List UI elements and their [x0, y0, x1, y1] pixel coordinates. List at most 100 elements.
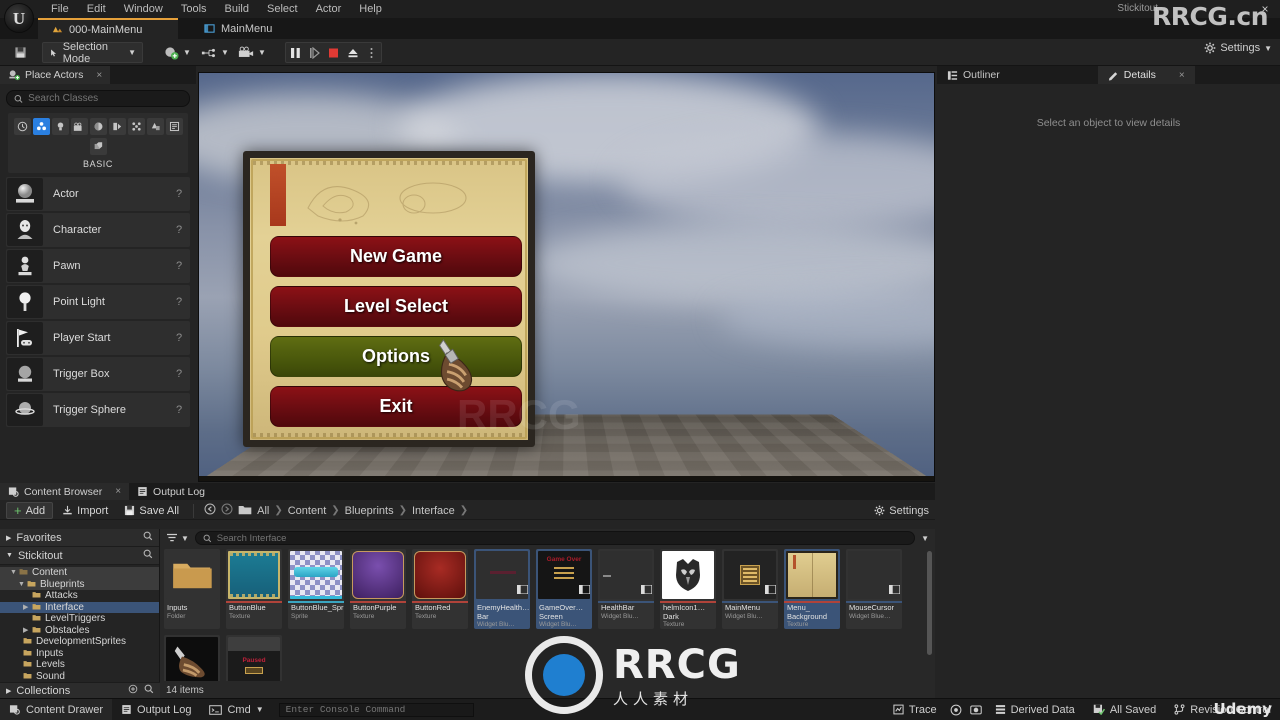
tree-node-attacks[interactable]: Attacks: [0, 590, 159, 602]
chevron-down-icon[interactable]: ▼: [18, 581, 27, 588]
help-icon[interactable]: ?: [168, 224, 190, 236]
collections-header[interactable]: ▶ Collections: [0, 682, 160, 698]
unreal-logo-icon[interactable]: U: [4, 3, 34, 33]
tree-node-blueprints[interactable]: ▼ Blueprints: [0, 578, 159, 590]
frame-step-button[interactable]: [305, 43, 324, 62]
selection-mode-button[interactable]: Selection Mode ▼: [42, 41, 143, 65]
tab-content-browser[interactable]: Content Browser ×: [0, 483, 130, 500]
asset-search-box[interactable]: [194, 531, 916, 545]
chevron-right-icon[interactable]: ▶: [23, 603, 32, 611]
menu-tools[interactable]: Tools: [172, 1, 216, 17]
menu-build[interactable]: Build: [216, 1, 258, 17]
trace-record-button[interactable]: [946, 699, 966, 720]
console-command-box[interactable]: [278, 702, 474, 717]
tab-details[interactable]: Details ×: [1097, 66, 1195, 84]
category-volumes[interactable]: [127, 118, 145, 135]
save-button[interactable]: [8, 42, 33, 63]
tree-node-leveltriggers[interactable]: LevelTriggers: [0, 613, 159, 625]
new-game-button[interactable]: New Game: [270, 236, 522, 277]
menu-window[interactable]: Window: [115, 1, 172, 17]
content-browser-settings-button[interactable]: Settings: [874, 505, 929, 517]
asset-card-buttonred[interactable]: ButtonRed Texture: [412, 549, 468, 629]
actor-item-trigger-box[interactable]: Trigger Box ?: [6, 357, 190, 391]
actor-item-pawn[interactable]: Pawn ?: [6, 249, 190, 283]
menu-help[interactable]: Help: [350, 1, 391, 17]
level-select-button[interactable]: Level Select: [270, 286, 522, 327]
category-extra[interactable]: [89, 138, 107, 155]
tree-node-inputs[interactable]: Inputs: [0, 648, 159, 660]
tab-000-mainmenu[interactable]: 000-MainMenu: [38, 18, 178, 39]
actor-item-actor[interactable]: Actor ?: [6, 177, 190, 211]
breadcrumb-content[interactable]: Content: [288, 505, 327, 517]
tree-node-sound[interactable]: Sound: [0, 671, 159, 683]
add-collection-icon[interactable]: [128, 684, 138, 697]
tree-node-obstacles[interactable]: ▶ Obstacles: [0, 625, 159, 637]
tree-node-content[interactable]: ▼ Content: [0, 567, 159, 579]
add-button[interactable]: + Add: [6, 502, 54, 519]
play-more-options-button[interactable]: [362, 43, 381, 62]
asset-card-gameoverscreen[interactable]: Game Over GameOver… Screen Widget Blu…: [536, 549, 592, 629]
category-visual-effects[interactable]: [89, 118, 107, 135]
tab-mainmenu-widget[interactable]: MainMenu: [190, 18, 286, 39]
asset-card-healthbar[interactable]: HealthBar Widget Blu…: [598, 549, 654, 629]
help-icon[interactable]: ?: [168, 296, 190, 308]
console-command-input[interactable]: [285, 704, 467, 715]
actor-item-player-start[interactable]: Player Start ?: [6, 321, 190, 355]
favorites-header[interactable]: ▶ Favorites: [0, 529, 159, 547]
search-classes-box[interactable]: [6, 90, 190, 107]
menu-edit[interactable]: Edit: [78, 1, 115, 17]
nav-forward-button[interactable]: [221, 503, 233, 518]
asset-card-mousecursor[interactable]: MouseCursor Widget Blue…: [846, 549, 902, 629]
trace-button[interactable]: Trace: [884, 699, 946, 720]
search-icon[interactable]: [144, 684, 154, 697]
asset-card-enemyhealthbar[interactable]: EnemyHealth… Bar Widget Blu…: [474, 549, 530, 629]
tree-node-levels[interactable]: Levels: [0, 659, 159, 671]
category-cinematic[interactable]: [70, 118, 88, 135]
category-geometry[interactable]: [108, 118, 126, 135]
cmd-button[interactable]: Cmd ▼: [200, 699, 272, 720]
close-icon[interactable]: ×: [1179, 70, 1185, 81]
asset-card-menu-background[interactable]: Menu_ Background Texture: [784, 549, 840, 629]
menu-file[interactable]: File: [42, 1, 78, 17]
tab-output-log[interactable]: Output Log: [129, 483, 213, 500]
menu-actor[interactable]: Actor: [307, 1, 351, 17]
asset-grid-scrollbar[interactable]: [927, 551, 932, 655]
close-icon[interactable]: ×: [115, 486, 121, 497]
asset-search-input[interactable]: [216, 532, 908, 544]
breadcrumb-blueprints[interactable]: Blueprints: [345, 505, 394, 517]
close-icon[interactable]: ×: [96, 70, 102, 81]
chevron-down-icon[interactable]: ▼: [10, 569, 19, 576]
asset-card-helmicon1-dark[interactable]: helmIcon1… Dark Texture: [660, 549, 716, 629]
pause-button[interactable]: [286, 43, 305, 62]
actor-item-point-light[interactable]: Point Light ?: [6, 285, 190, 319]
derived-data-button[interactable]: Derived Data: [986, 699, 1084, 720]
chevron-right-icon[interactable]: ▶: [23, 626, 32, 634]
breadcrumb-all[interactable]: All: [257, 505, 269, 517]
help-icon[interactable]: ?: [168, 332, 190, 344]
category-shapes[interactable]: [165, 118, 183, 135]
all-saved-button[interactable]: All Saved: [1084, 699, 1165, 720]
asset-card-cursor-texture[interactable]: [164, 635, 220, 681]
help-icon[interactable]: ?: [168, 260, 190, 272]
actor-item-character[interactable]: Character ?: [6, 213, 190, 247]
help-icon[interactable]: ?: [168, 404, 190, 416]
asset-card-buttonblue[interactable]: ButtonBlue Texture: [226, 549, 282, 629]
filter-button[interactable]: ▼: [166, 533, 189, 543]
help-icon[interactable]: ?: [168, 368, 190, 380]
blueprints-button[interactable]: ▼: [195, 42, 235, 63]
asset-card-buttonblue-sprite[interactable]: ButtonBlue_Sprite Sprite: [288, 549, 344, 629]
asset-card-buttonpurple[interactable]: ButtonPurple Texture: [350, 549, 406, 629]
content-drawer-button[interactable]: Content Drawer: [0, 698, 113, 720]
asset-card-mainmenu[interactable]: MainMenu Widget Blu…: [722, 549, 778, 629]
add-actor-button[interactable]: ▼: [158, 42, 197, 63]
project-header[interactable]: ▼ Stickitout: [0, 547, 159, 565]
actor-item-trigger-sphere[interactable]: Trigger Sphere ?: [6, 393, 190, 427]
eject-button[interactable]: [343, 43, 362, 62]
toolbar-settings-button[interactable]: Settings ▼: [1204, 42, 1272, 54]
category-all-classes[interactable]: [146, 118, 164, 135]
tree-node-developmentsprites[interactable]: DevelopmentSprites: [0, 636, 159, 648]
stop-button[interactable]: [324, 43, 343, 62]
search-icon[interactable]: [143, 549, 153, 562]
trace-snapshot-button[interactable]: [966, 699, 986, 720]
menu-select[interactable]: Select: [258, 1, 307, 17]
